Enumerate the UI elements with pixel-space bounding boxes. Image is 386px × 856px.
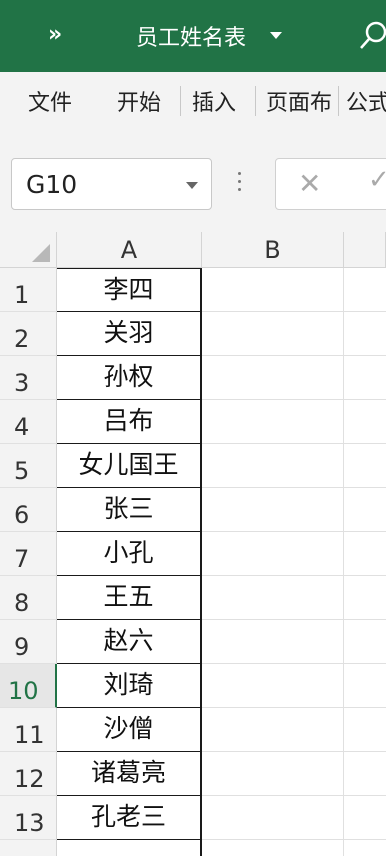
- title-bar: » 员工姓名表: [0, 0, 386, 72]
- cell-c[interactable]: [344, 444, 386, 488]
- cell-c[interactable]: [344, 840, 386, 856]
- column-header-c[interactable]: [344, 232, 386, 268]
- row-header[interactable]: 12: [0, 752, 57, 796]
- row-header[interactable]: 10: [0, 664, 57, 708]
- row-header[interactable]: 6: [0, 488, 57, 532]
- cell-c[interactable]: [344, 312, 386, 356]
- cell-b[interactable]: [202, 664, 344, 708]
- cell-a[interactable]: 关羽: [57, 312, 202, 356]
- row-number: 12: [14, 765, 45, 793]
- cell-b[interactable]: [202, 576, 344, 620]
- column-header-a[interactable]: A: [57, 232, 202, 268]
- cancel-icon[interactable]: ✕: [298, 167, 321, 200]
- row-header[interactable]: 3: [0, 356, 57, 400]
- column-header-b[interactable]: B: [202, 232, 344, 268]
- cell-b[interactable]: [202, 356, 344, 400]
- title-dropdown-caret-icon[interactable]: [270, 32, 282, 39]
- more-options-icon[interactable]: [238, 172, 242, 194]
- select-all-button[interactable]: [0, 232, 57, 268]
- cell-c[interactable]: [344, 620, 386, 664]
- row-header[interactable]: 4: [0, 400, 57, 444]
- row-header[interactable]: 1: [0, 268, 57, 312]
- cell-a[interactable]: 沙僧: [57, 708, 202, 752]
- cell-c[interactable]: [344, 576, 386, 620]
- cell-b[interactable]: [202, 312, 344, 356]
- tab-formulas[interactable]: 公式: [346, 85, 386, 117]
- cell-c[interactable]: [344, 664, 386, 708]
- cell-a[interactable]: 孔老三: [57, 796, 202, 840]
- row-number: 8: [14, 589, 30, 617]
- more-icon[interactable]: »: [48, 22, 62, 47]
- cell-a[interactable]: 诸葛亮: [57, 752, 202, 796]
- tab-separator: [255, 86, 256, 116]
- row-number: 5: [14, 457, 30, 485]
- cell-a[interactable]: 王五: [57, 576, 202, 620]
- cell-c[interactable]: [344, 400, 386, 444]
- search-icon[interactable]: [360, 20, 386, 50]
- cell-b[interactable]: [202, 708, 344, 752]
- cell-c[interactable]: [344, 488, 386, 532]
- cell-b[interactable]: [202, 532, 344, 576]
- cell-a[interactable]: 吕布: [57, 400, 202, 444]
- cell-a[interactable]: 张三: [57, 488, 202, 532]
- cell-b[interactable]: [202, 752, 344, 796]
- row-number: 3: [14, 369, 30, 397]
- row-header[interactable]: 7: [0, 532, 57, 576]
- row-number: 4: [14, 413, 30, 441]
- select-all-icon: [32, 244, 50, 262]
- cell-a[interactable]: 孙权: [57, 356, 202, 400]
- cell-a[interactable]: 刘琦: [57, 664, 202, 708]
- name-box[interactable]: G10: [11, 158, 212, 210]
- cell-b[interactable]: [202, 620, 344, 664]
- tab-insert[interactable]: 插入: [192, 85, 236, 117]
- row-number: 7: [14, 545, 30, 573]
- cell-b[interactable]: [202, 268, 344, 312]
- cell-c[interactable]: [344, 796, 386, 840]
- formula-area: G10 ✕ ✓: [0, 130, 386, 232]
- row-number: 6: [14, 501, 30, 529]
- tab-page-layout[interactable]: 页面布局: [266, 85, 332, 117]
- row-header[interactable]: 11: [0, 708, 57, 752]
- confirm-icon[interactable]: ✓: [368, 165, 386, 195]
- row-number: 10: [8, 677, 39, 705]
- cell-b[interactable]: [202, 444, 344, 488]
- workbook-title[interactable]: 员工姓名表: [136, 20, 246, 52]
- row-number: 13: [14, 809, 45, 837]
- cell-a[interactable]: 赵六: [57, 620, 202, 664]
- cell-c[interactable]: [344, 268, 386, 312]
- row-header[interactable]: 8: [0, 576, 57, 620]
- name-box-value: G10: [26, 170, 78, 199]
- cell-c[interactable]: [344, 708, 386, 752]
- cell-a[interactable]: 小孔: [57, 532, 202, 576]
- row-header[interactable]: 2: [0, 312, 57, 356]
- spreadsheet-grid[interactable]: A B 1 李四 2 关羽 3 孙权 4 吕布 5 女儿国王 6 张三 7 小孔 8 王五 9 赵六 10 刘琦 11 沙…: [0, 232, 386, 856]
- cell-a[interactable]: [57, 840, 202, 856]
- row-header[interactable]: 13: [0, 796, 57, 840]
- cell-b[interactable]: [202, 400, 344, 444]
- row-header[interactable]: 9: [0, 620, 57, 664]
- name-box-dropdown-icon[interactable]: [186, 182, 198, 189]
- cell-c[interactable]: [344, 532, 386, 576]
- row-number: 11: [14, 721, 45, 749]
- cell-b[interactable]: [202, 840, 344, 856]
- row-number: 9: [14, 633, 30, 661]
- cell-c[interactable]: [344, 752, 386, 796]
- tab-file[interactable]: 文件: [28, 85, 72, 117]
- cell-c[interactable]: [344, 356, 386, 400]
- cell-a[interactable]: 李四: [57, 268, 202, 312]
- row-header[interactable]: 5: [0, 444, 57, 488]
- tab-home[interactable]: 开始: [117, 85, 161, 117]
- formula-input[interactable]: ✕ ✓: [275, 158, 386, 210]
- cell-b[interactable]: [202, 488, 344, 532]
- row-number: 2: [14, 325, 30, 353]
- cell-a[interactable]: 女儿国王: [57, 444, 202, 488]
- tab-separator: [338, 86, 339, 116]
- row-number: 1: [14, 281, 30, 309]
- row-header[interactable]: 14: [0, 840, 57, 856]
- tab-separator: [180, 86, 181, 116]
- ribbon-tabs: 文件 开始 插入 页面布局 公式: [0, 72, 386, 131]
- cell-b[interactable]: [202, 796, 344, 840]
